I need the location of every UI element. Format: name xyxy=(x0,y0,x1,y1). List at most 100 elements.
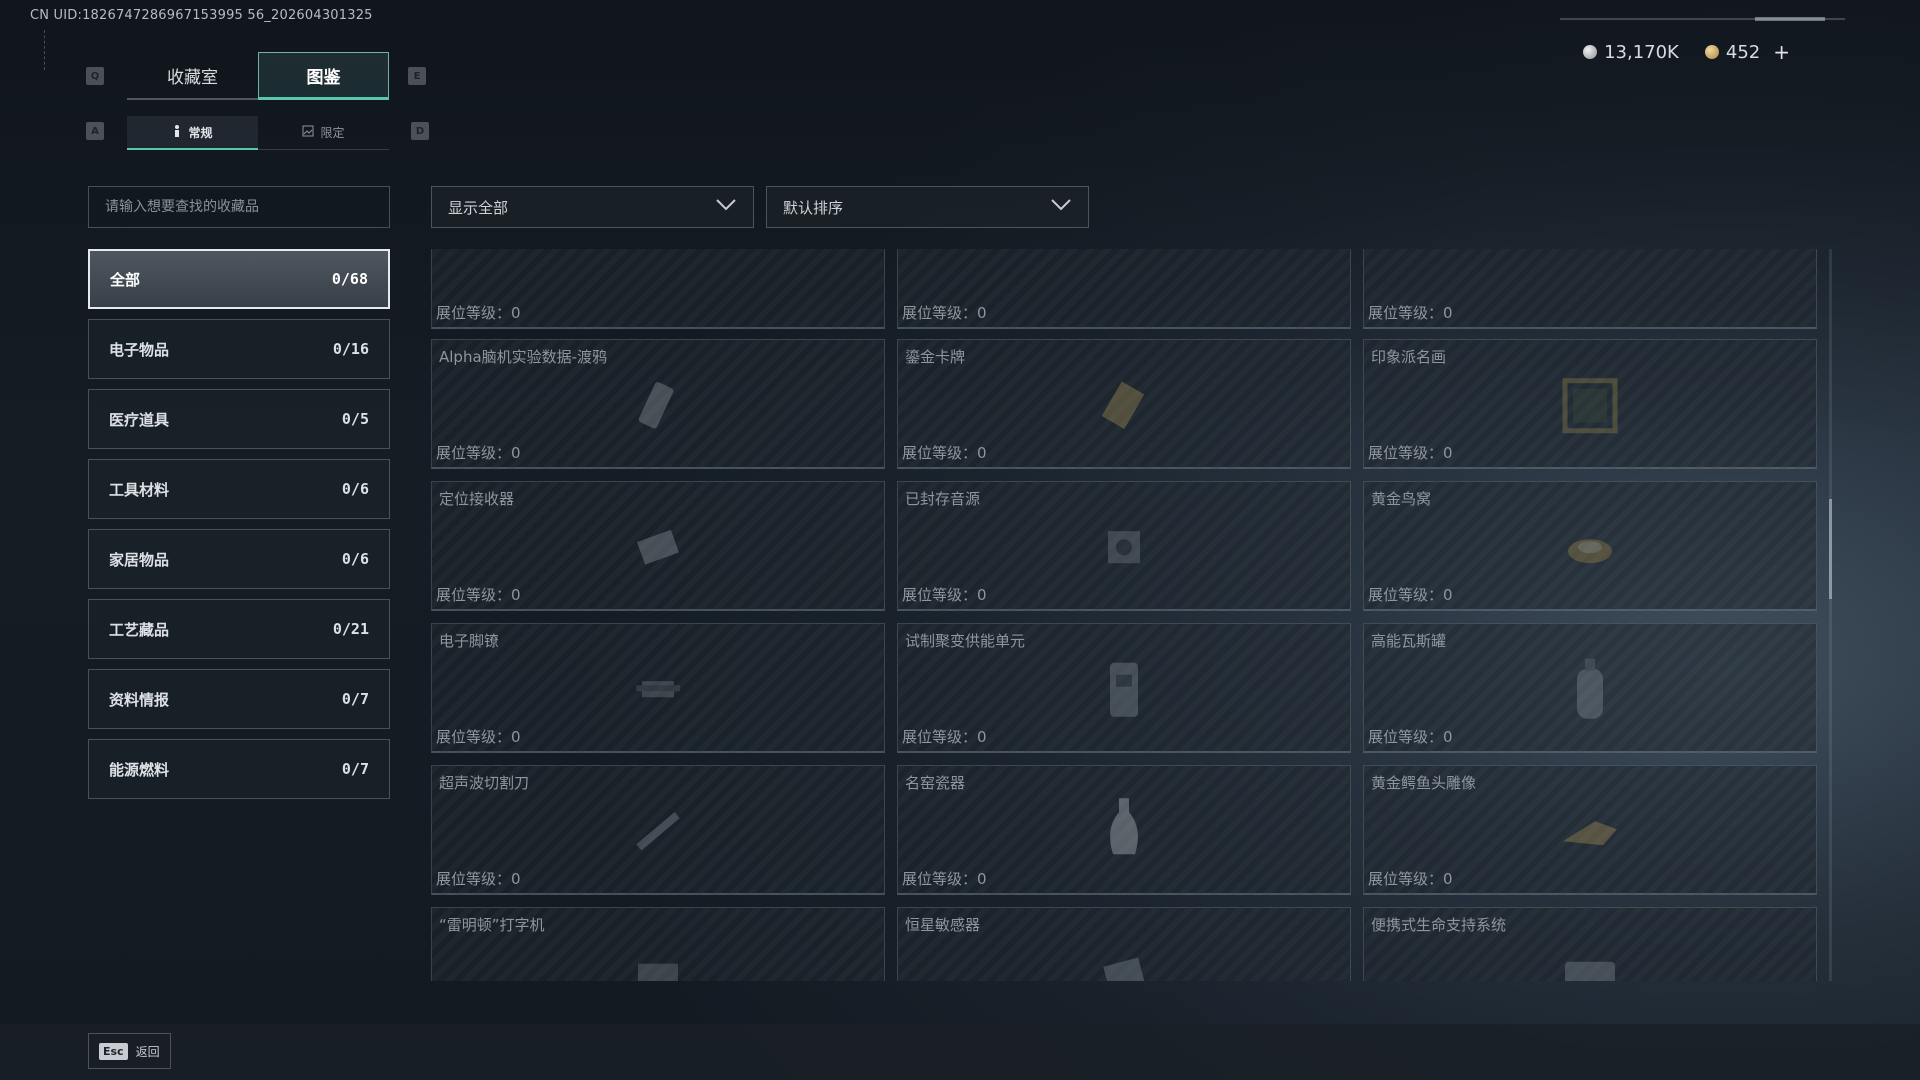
fusion-unit-icon xyxy=(1094,654,1154,728)
collection-grid: 展位等级：0 展位等级：0 展位等级：0 Alpha脑机实验数据-渡鸦 展位等级… xyxy=(431,249,1818,981)
add-currency-button[interactable]: + xyxy=(1773,40,1790,64)
card-level: 展位等级：0 xyxy=(1368,304,1453,322)
chevron-down-icon xyxy=(715,198,737,216)
silver-coin-icon xyxy=(1583,45,1598,59)
esc-key-hint: Esc xyxy=(99,1042,128,1060)
collection-card[interactable]: 展位等级：0 xyxy=(431,249,885,329)
card-name: 鎏金卡牌 xyxy=(905,348,966,366)
card-level: 展位等级：0 xyxy=(902,870,987,888)
collection-card[interactable]: 试制聚变供能单元 展位等级：0 xyxy=(897,623,1351,753)
category-count: 0/21 xyxy=(332,620,369,638)
category-list: 全部 0/68 电子物品 0/16 医疗道具 0/5 工具材料 0/6 家居物品 0/6 … xyxy=(88,249,390,809)
back-label: 返回 xyxy=(135,1044,160,1059)
card-level: 展位等级：0 xyxy=(436,304,521,322)
category-label: 家居物品 xyxy=(109,550,170,569)
collection-card[interactable]: 黄金鳄鱼头雕像 展位等级：0 xyxy=(1363,765,1817,895)
collection-card[interactable]: 高能瓦斯罐 展位等级：0 xyxy=(1363,623,1817,753)
collection-card[interactable]: 黄金鸟窝 展位等级：0 xyxy=(1363,481,1817,611)
collection-card[interactable]: 展位等级：0 xyxy=(1363,249,1817,329)
silver-currency: 13,170K xyxy=(1583,42,1679,63)
category-all[interactable]: 全部 0/68 xyxy=(88,249,390,309)
category-count: 0/7 xyxy=(341,760,369,778)
category-count: 0/6 xyxy=(341,480,369,498)
figure-icon xyxy=(172,124,182,141)
key-hint-q: Q xyxy=(86,67,104,85)
card-level: 展位等级：0 xyxy=(436,444,521,462)
tab-regular[interactable]: 常规 xyxy=(127,116,258,150)
decorative-line xyxy=(44,30,48,70)
uid-label: CN UID:1826747286967153995 56_2026043013… xyxy=(30,8,373,23)
collection-card[interactable]: 定位接收器 展位等级：0 xyxy=(431,481,885,611)
gas-tank-icon xyxy=(1565,654,1615,728)
card-name: 高能瓦斯罐 xyxy=(1371,632,1447,650)
collection-card[interactable]: 电子脚镣 展位等级：0 xyxy=(431,623,885,753)
category-label: 医疗道具 xyxy=(109,410,170,429)
main-tabs: 收藏室 图鉴 xyxy=(127,52,389,100)
gold-coin-icon xyxy=(1704,45,1719,59)
card-level: 展位等级：0 xyxy=(1368,586,1453,604)
category-crafts[interactable]: 工艺藏品 0/21 xyxy=(88,599,390,659)
search-box xyxy=(88,186,390,228)
card-level: 展位等级：0 xyxy=(1368,444,1453,462)
card-level: 展位等级：0 xyxy=(436,728,521,746)
ankle-monitor-icon xyxy=(628,659,688,723)
category-label: 工具材料 xyxy=(109,480,170,499)
chevron-down-icon xyxy=(1050,198,1072,216)
card-icon xyxy=(1094,375,1154,439)
card-name: 黄金鸟窝 xyxy=(1371,490,1432,508)
collection-card[interactable]: 展位等级：0 xyxy=(897,249,1351,329)
sensor-icon xyxy=(1094,947,1154,981)
currency-bar: 13,170K 452 + xyxy=(1583,40,1790,64)
category-household[interactable]: 家居物品 0/6 xyxy=(88,529,390,589)
typewriter-icon xyxy=(628,947,688,981)
card-name: 名窑瓷器 xyxy=(905,774,966,792)
category-medical[interactable]: 医疗道具 0/5 xyxy=(88,389,390,449)
tab-codex[interactable]: 图鉴 xyxy=(258,52,389,100)
category-energy[interactable]: 能源燃料 0/7 xyxy=(88,739,390,799)
top-progress-line xyxy=(1560,17,1845,21)
nest-icon xyxy=(1560,517,1620,581)
tab-regular-label: 常规 xyxy=(188,125,213,140)
card-name: 印象派名画 xyxy=(1371,348,1447,366)
category-label: 能源燃料 xyxy=(109,760,170,779)
display-filter-dropdown[interactable]: 显示全部 xyxy=(431,186,754,228)
card-name: Alpha脑机实验数据-渡鸦 xyxy=(439,348,608,366)
key-hint-e: E xyxy=(408,67,426,85)
card-level: 展位等级：0 xyxy=(436,586,521,604)
category-count: 0/5 xyxy=(341,410,369,428)
collection-card[interactable]: Alpha脑机实验数据-渡鸦 展位等级：0 xyxy=(431,339,885,469)
collection-card[interactable]: “雷明顿”打字机 xyxy=(431,907,885,981)
category-tools[interactable]: 工具材料 0/6 xyxy=(88,459,390,519)
tab-collection-room[interactable]: 收藏室 xyxy=(127,52,258,100)
card-name: 已封存音源 xyxy=(905,490,981,508)
collection-card[interactable]: 超声波切割刀 展位等级：0 xyxy=(431,765,885,895)
card-level: 展位等级：0 xyxy=(902,444,987,462)
search-input[interactable] xyxy=(105,199,389,215)
collection-card[interactable]: 印象派名画 展位等级：0 xyxy=(1363,339,1817,469)
sort-dropdown[interactable]: 默认排序 xyxy=(766,186,1089,228)
category-intel[interactable]: 资料情报 0/7 xyxy=(88,669,390,729)
category-label: 工艺藏品 xyxy=(109,620,170,639)
category-electronics[interactable]: 电子物品 0/16 xyxy=(88,319,390,379)
gold-amount: 452 xyxy=(1725,41,1761,63)
collection-card[interactable]: 鎏金卡牌 展位等级：0 xyxy=(897,339,1351,469)
card-name: 黄金鳄鱼头雕像 xyxy=(1371,774,1477,792)
card-name: “雷明顿”打字机 xyxy=(439,916,545,934)
audio-device-icon xyxy=(1094,517,1154,581)
collection-card[interactable]: 名窑瓷器 展位等级：0 xyxy=(897,765,1351,895)
collection-card[interactable]: 便携式生命支持系统 xyxy=(1363,907,1817,981)
display-filter-value: 显示全部 xyxy=(448,198,509,217)
collection-card[interactable]: 恒星敏感器 xyxy=(897,907,1351,981)
card-level: 展位等级：0 xyxy=(436,870,521,888)
collection-card[interactable]: 已封存音源 展位等级：0 xyxy=(897,481,1351,611)
sort-value: 默认排序 xyxy=(783,198,844,217)
key-hint-a: A xyxy=(86,122,104,140)
scrollbar-thumb[interactable] xyxy=(1829,499,1832,599)
category-count: 0/7 xyxy=(341,690,369,708)
card-level: 展位等级：0 xyxy=(902,728,987,746)
grid-scrollbar[interactable] xyxy=(1829,249,1832,981)
category-count: 0/68 xyxy=(331,270,368,288)
back-button[interactable]: Esc 返回 xyxy=(88,1033,171,1069)
tab-limited[interactable]: 限定 xyxy=(258,116,389,150)
sub-tabs: 常规 限定 xyxy=(127,116,389,150)
